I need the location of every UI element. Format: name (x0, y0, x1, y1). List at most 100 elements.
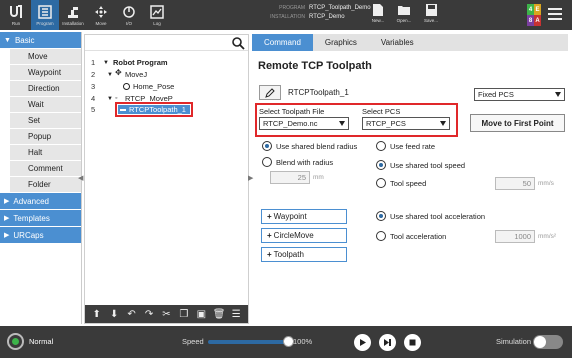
tool-speed-unit: mm/s (538, 180, 554, 187)
copy-icon[interactable]: ❐ (178, 309, 190, 320)
nav-item-direction[interactable]: Direction (10, 81, 81, 96)
nav-item-popup[interactable]: Popup (10, 129, 81, 144)
suppress-icon[interactable]: ☰ (230, 309, 242, 320)
line-number: 2 (91, 70, 96, 79)
shared-accel-radio[interactable] (376, 211, 386, 221)
play-button[interactable] (354, 334, 371, 351)
step-icon (384, 339, 391, 346)
pcs-dropdown[interactable]: RTCP_PCS (362, 117, 450, 130)
log-icon (149, 4, 165, 20)
nav-category-templates[interactable]: ▶ Templates (0, 210, 81, 226)
tab-command[interactable]: Command (252, 34, 313, 51)
blend-radius-input[interactable]: 25 (270, 171, 310, 184)
stop-button[interactable] (404, 334, 421, 351)
tree-row-selected[interactable]: 5 RTCPToolpath_1 (85, 102, 248, 117)
tool-speed-input[interactable]: 50 (495, 177, 535, 190)
paste-icon[interactable]: ▣ (195, 309, 207, 320)
toolpath-file-value: RTCP_Demo.nc (263, 119, 318, 128)
run-label: Run (11, 21, 21, 26)
nav-category-urcaps[interactable]: ▶ URCaps (0, 227, 81, 243)
bottom-bar: Normal Speed 100% Simulation (0, 326, 572, 358)
installation-button[interactable]: Installation (59, 0, 87, 30)
speed-slider[interactable] (208, 340, 290, 344)
page-title: Remote TCP Toolpath (258, 60, 372, 72)
open-label: Open... (396, 18, 412, 23)
add-toolpath-label: Toolpath (273, 250, 304, 259)
rename-button[interactable] (259, 85, 281, 100)
shared-blend-radio[interactable] (262, 141, 272, 151)
tab-graphics[interactable]: Graphics (313, 34, 369, 51)
robot-status: Normal (29, 337, 54, 346)
open-button[interactable]: Open... (393, 3, 415, 28)
log-button[interactable]: Log (143, 0, 171, 30)
chevron-down-icon[interactable]: ▼ (103, 60, 109, 66)
line-number: 1 (91, 58, 96, 67)
move-up-icon[interactable]: ⬆ (91, 309, 103, 320)
delete-icon[interactable]: 🗑 (213, 309, 226, 320)
tool-accel-input[interactable]: 1000 (495, 230, 535, 243)
new-file-icon (373, 4, 383, 16)
simulation-toggle[interactable] (533, 335, 563, 349)
blend-radius-radio[interactable] (262, 157, 272, 167)
installation-label: Installation (62, 21, 84, 26)
nav-item-waypoint[interactable]: Waypoint (10, 65, 81, 80)
redo-icon[interactable]: ↷ (143, 309, 155, 320)
undo-icon[interactable]: ↶ (126, 309, 138, 320)
tree-row[interactable]: 3 Home_Pose (85, 81, 248, 92)
program-button[interactable]: Program (31, 0, 59, 30)
save-button[interactable]: Save... (420, 3, 442, 28)
cut-icon[interactable]: ✂ (160, 309, 172, 320)
tool-speed-radio[interactable] (376, 178, 386, 188)
pcs-label: Select PCS (362, 107, 401, 116)
add-circlemove-label: CircleMove (273, 231, 314, 240)
plus-icon: + (267, 231, 272, 240)
new-label: New... (371, 18, 385, 23)
speed-value: 100% (293, 337, 313, 346)
plus-icon: + (267, 212, 272, 221)
nav-item-set[interactable]: Set (10, 113, 81, 128)
add-toolpath-button[interactable]: + Toolpath (261, 247, 347, 262)
step-button[interactable] (379, 334, 396, 351)
save-icon (425, 4, 437, 16)
log-label: Log (153, 21, 161, 26)
pcs-value: RTCP_PCS (366, 119, 406, 128)
nav-item-wait[interactable]: Wait (10, 97, 81, 112)
feed-rate-label: Use feed rate (390, 142, 436, 151)
nav-item-move[interactable]: Move (10, 49, 81, 64)
program-name: RTCP_Toolpath_Demo (309, 5, 371, 11)
chevron-right-icon: ▶ (4, 198, 10, 205)
chevron-down-icon[interactable]: ▼ (107, 72, 113, 78)
power-status-icon[interactable] (7, 333, 24, 350)
dropdown-arrow-icon (555, 92, 561, 97)
tool-accel-radio[interactable] (376, 231, 386, 241)
chevron-down-icon[interactable]: ▼ (107, 96, 113, 102)
nav-category-advanced[interactable]: ▶ Advanced (0, 193, 81, 209)
toolpath-file-dropdown[interactable]: RTCP_Demo.nc (259, 117, 349, 130)
new-button[interactable]: New... (367, 3, 389, 28)
feed-rate-radio[interactable] (376, 141, 386, 151)
hamburger-menu-icon[interactable] (548, 8, 562, 22)
nav-item-halt[interactable]: Halt (10, 145, 81, 160)
move-to-first-point-button[interactable]: Move to First Point (470, 114, 565, 132)
move-tab-button[interactable]: Move (87, 0, 115, 30)
tree-row[interactable]: 1 ▼ Robot Program (85, 57, 248, 68)
io-button[interactable]: I/O (115, 0, 143, 30)
rtcp-icon: ◦ (115, 95, 118, 102)
add-circlemove-button[interactable]: + CircleMove (261, 228, 347, 243)
run-button[interactable]: Run (2, 0, 30, 30)
nav-category-basic[interactable]: ▼ Basic (0, 32, 81, 48)
nav-item-folder[interactable]: Folder (10, 177, 81, 192)
add-waypoint-button[interactable]: + Waypoint (261, 209, 347, 224)
move-down-icon[interactable]: ⬇ (108, 309, 120, 320)
shared-speed-radio[interactable] (376, 160, 386, 170)
status-tiles[interactable]: 4 E 8 A (527, 4, 541, 26)
add-waypoint-label: Waypoint (273, 212, 307, 221)
tab-variables[interactable]: Variables (369, 34, 426, 51)
tree-node-label: Home_Pose (133, 82, 175, 91)
search-icon[interactable] (231, 36, 245, 50)
program-info: PROGRAM RTCP_Toolpath_Demo INSTALLATION RT… (255, 4, 371, 22)
tool-accel-unit: mm/s² (538, 233, 557, 240)
tree-row[interactable]: 2 ▼ ✥ MoveJ (85, 68, 248, 80)
nav-item-comment[interactable]: Comment (10, 161, 81, 176)
pcs-mode-dropdown[interactable]: Fixed PCS (474, 88, 565, 101)
